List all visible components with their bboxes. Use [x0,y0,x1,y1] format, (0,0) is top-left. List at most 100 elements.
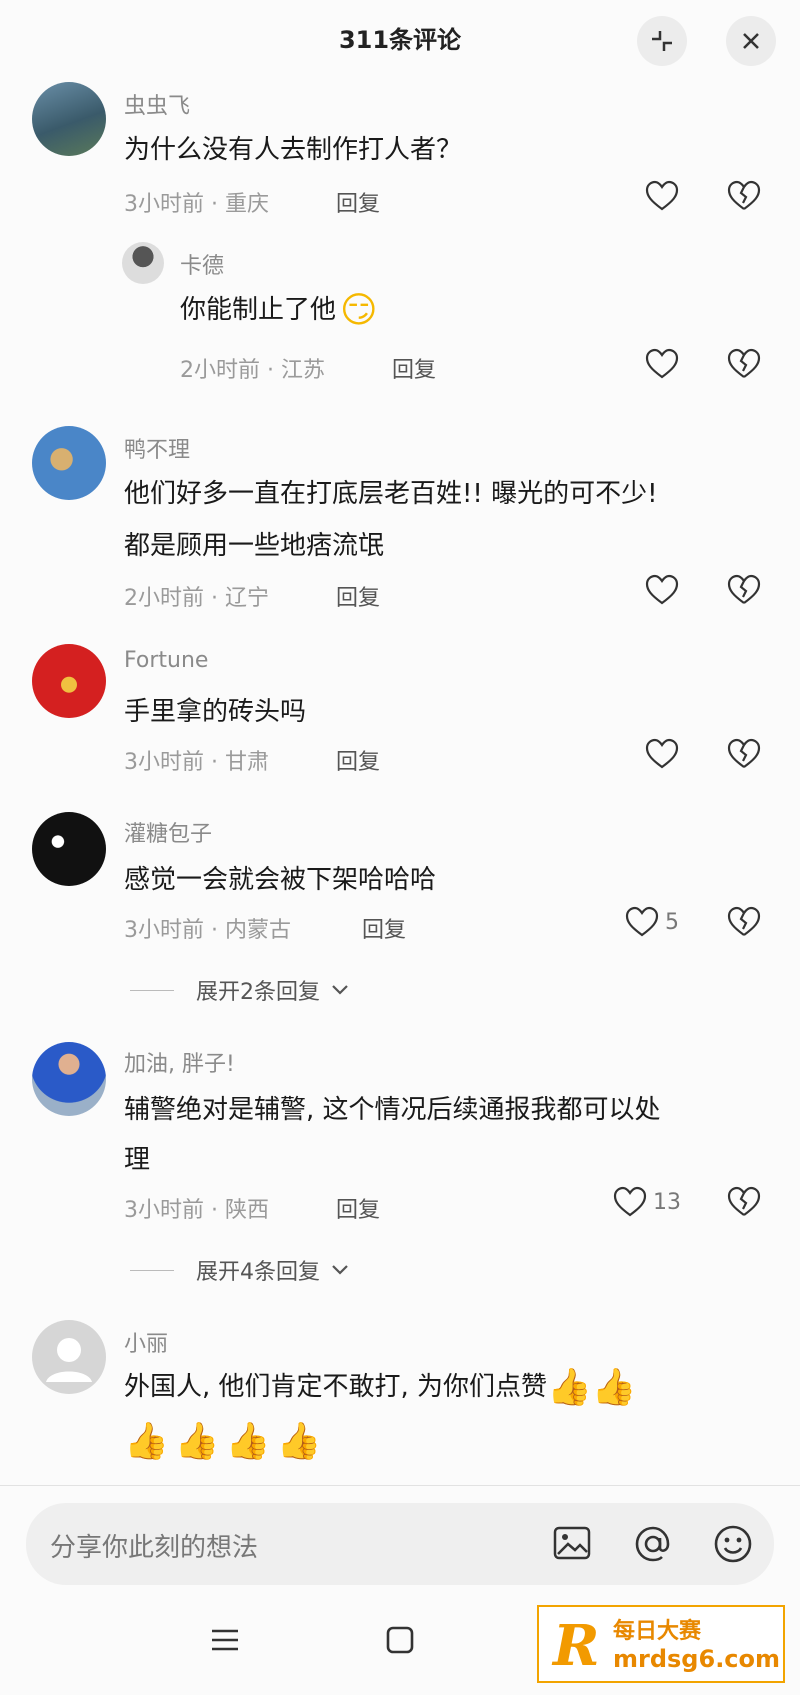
comment-author[interactable]: 鸭不理 [124,432,190,464]
close-button[interactable] [726,16,776,66]
expand-replies-label: 展开2条回复 [196,980,320,1005]
like-button[interactable]: 5 [625,906,679,938]
expand-replies-button[interactable]: 展开2条回复 [130,974,350,1006]
like-count: 13 [653,1189,681,1215]
watermark-r-logo: R [553,1613,600,1679]
default-user-icon [32,1320,106,1394]
dislike-button[interactable] [727,906,761,938]
avatar[interactable] [32,644,106,718]
comment-text-line: 他们好多一直在打底层老百姓!! 曝光的可不少! [124,479,658,509]
comment-location: 重庆 [225,192,270,217]
comments-header: 311条评论 [0,0,800,80]
comment-input-placeholder: 分享你此刻的想法 [50,1533,259,1563]
heart-icon [645,348,679,380]
comment-meta: 3小时前 · 重庆 [124,192,270,217]
image-icon[interactable] [552,1523,592,1563]
comment-author[interactable]: 小丽 [124,1326,168,1358]
broken-heart-icon [727,180,761,212]
collapse-icon [648,27,676,55]
comment-author[interactable]: 灌糖包子 [124,816,212,848]
comment-author[interactable]: 虫虫飞 [124,88,190,120]
comment-author[interactable]: 卡德 [180,248,224,280]
broken-heart-icon [727,348,761,380]
comment-location: 甘肃 [225,750,270,775]
like-button[interactable] [645,180,679,212]
comment-meta: 3小时前 · 陕西 [124,1198,270,1223]
emoji-row: 👍 👍 👍 👍 [124,1420,321,1462]
avatar[interactable] [32,1320,106,1394]
watermark-url: mrdsg6.com [613,1645,781,1673]
dislike-button[interactable] [727,1186,761,1218]
like-button[interactable]: 13 [613,1186,681,1218]
expand-divider [130,989,174,991]
comment-meta: 3小时前 · 甘肃 [124,750,270,775]
comment-text: 手里拿的砖头吗 [124,697,307,727]
comment-text: 感觉一会就会被下架哈哈哈 [124,865,437,895]
input-divider [0,1485,800,1486]
dislike-button[interactable] [727,574,761,606]
comment-text-line: 辅警绝对是辅警, 这个情况后续通报我都可以处 [124,1095,661,1125]
thumbs-up-emoji: 👍 [174,1421,220,1462]
comment-location: 陕西 [225,1198,270,1223]
comment-time: 3小时前 [124,918,204,943]
comment-text: 你能制止了他 [180,295,337,325]
reply-button[interactable]: 回复 [336,744,380,776]
reply-button[interactable]: 回复 [336,580,380,612]
like-button[interactable] [645,738,679,770]
thumbs-up-emoji: 👍 [547,1367,592,1408]
dislike-button[interactable] [727,348,761,380]
comment-text-row: 外国人, 他们肯定不敢打, 为你们点赞 👍 👍 [124,1358,637,1416]
avatar[interactable] [32,426,106,500]
watermark-cn-text: 每日大赛 [613,1619,702,1644]
comment-location: 内蒙古 [225,918,292,943]
comment-text: 为什么没有人去制作打人者？ [124,135,463,165]
close-icon [739,29,763,53]
comment-time: 3小时前 [124,192,204,217]
dislike-button[interactable] [727,738,761,770]
comment-author[interactable]: 加油, 胖子! [124,1046,235,1078]
like-button[interactable] [645,348,679,380]
collapse-button[interactable] [637,16,687,66]
comment-text-line: 都是顾用一些地痞流氓 [124,531,385,561]
menu-icon[interactable] [210,1625,240,1655]
thumbs-up-emoji: 👍 [591,1367,637,1408]
comment-text-row: 你能制止了他 😏 [180,284,378,336]
comment-author[interactable]: Fortune [124,648,208,673]
heart-icon [613,1186,647,1218]
avatar[interactable] [32,1042,106,1116]
dislike-button[interactable] [727,180,761,212]
comment-time: 2小时前 [124,586,204,611]
expand-replies-button[interactable]: 展开4条回复 [130,1254,350,1286]
reply-button[interactable]: 回复 [336,1192,380,1224]
expand-replies-label: 展开4条回复 [196,1260,320,1285]
avatar[interactable] [32,812,106,886]
comment-text-line: 理 [124,1145,151,1175]
heart-icon [645,738,679,770]
broken-heart-icon [727,906,761,938]
comment-time: 2小时前 [180,358,260,383]
comment-meta: 2小时前 · 江苏 [180,358,326,383]
emoji-icon[interactable] [712,1523,754,1565]
chevron-down-icon [330,1263,350,1277]
home-square-icon[interactable] [385,1625,415,1655]
comment-location: 江苏 [281,358,326,383]
avatar[interactable] [32,82,106,156]
avatar[interactable] [122,242,164,284]
thumbs-up-emoji: 👍 [276,1421,322,1462]
watermark-logo: R 每日大赛 mrdsg6.com [537,1605,785,1683]
comment-meta: 3小时前 · 内蒙古 [124,918,292,943]
broken-heart-icon [727,738,761,770]
at-icon[interactable] [632,1523,674,1565]
broken-heart-icon [727,574,761,606]
reply-button[interactable]: 回复 [362,912,406,944]
reply-button[interactable]: 回复 [336,186,380,218]
thumbs-up-emoji: 👍 [124,1421,169,1462]
like-button[interactable] [645,574,679,606]
comment-location: 辽宁 [225,586,270,611]
reply-button[interactable]: 回复 [392,352,436,384]
broken-heart-icon [727,1186,761,1218]
like-count: 5 [665,909,679,935]
emoji: 😏 [340,289,378,331]
comment-input[interactable]: 分享你此刻的想法 [26,1503,774,1585]
thumbs-up-emoji: 👍 [225,1421,271,1462]
